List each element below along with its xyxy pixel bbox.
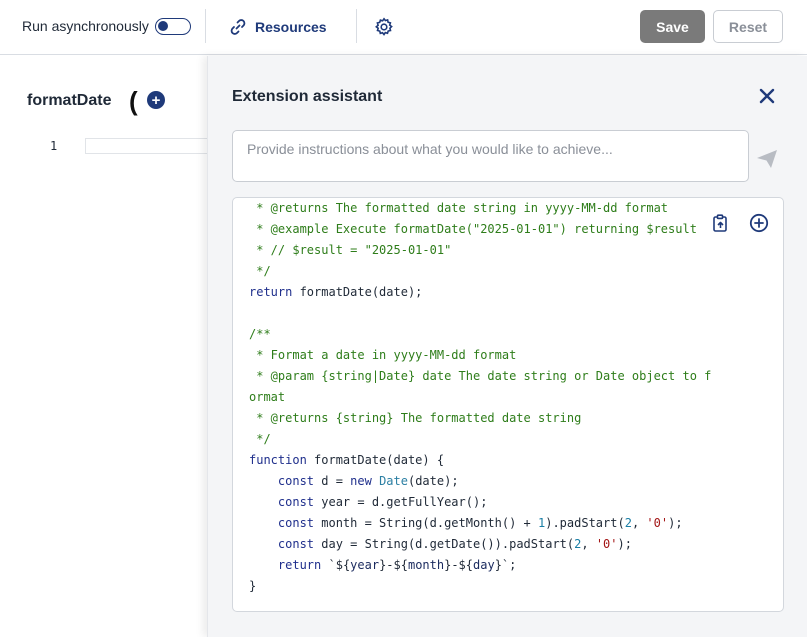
- gear-icon[interactable]: [374, 17, 394, 37]
- code-line: function formatDate(date) {: [249, 453, 445, 467]
- copy-icon[interactable]: [711, 214, 729, 232]
- function-editor: formatDate ( + 1: [0, 56, 207, 637]
- generated-code-box[interactable]: * @returns The formatted date string in …: [232, 197, 784, 612]
- resources-label: Resources: [255, 19, 327, 35]
- code-line: * @example Execute formatDate("2025-01-0…: [249, 222, 697, 236]
- panel-title: Extension assistant: [232, 88, 383, 105]
- save-button[interactable]: Save: [640, 10, 705, 43]
- code-line: return `${year}-${month}-${day}`;: [277, 558, 517, 572]
- code-line: const d = new Date(date);: [277, 474, 459, 488]
- close-icon[interactable]: [758, 87, 776, 105]
- toolbar: Run asynchronously Resources Save Reset: [0, 0, 807, 55]
- code-line: * @returns {string} The formatted date s…: [249, 411, 582, 425]
- code-editor-line[interactable]: [85, 138, 207, 154]
- code-line: return formatDate(date);: [249, 285, 423, 299]
- code-line: * @returns The formatted date string in …: [249, 201, 669, 215]
- code-line: const day = String(d.getDate()).padStart…: [277, 537, 632, 551]
- code-line: */: [249, 432, 271, 446]
- function-name: formatDate: [27, 92, 112, 109]
- line-number: 1: [50, 139, 58, 153]
- code-line: }: [249, 579, 257, 593]
- send-icon[interactable]: [756, 149, 778, 169]
- run-async-label: Run asynchronously: [22, 18, 149, 34]
- link-icon: [230, 19, 246, 35]
- resources-button[interactable]: Resources: [229, 16, 327, 38]
- add-parameter-button[interactable]: +: [147, 91, 165, 109]
- toolbar-divider: [356, 9, 357, 43]
- reset-button[interactable]: Reset: [713, 10, 783, 43]
- plus-icon: +: [151, 91, 161, 109]
- code-line: const year = d.getFullYear();: [277, 495, 488, 509]
- code-line: */: [249, 264, 271, 278]
- extension-assistant-panel: Extension assistant Provide instructions…: [207, 56, 807, 637]
- instructions-input[interactable]: Provide instructions about what you woul…: [232, 130, 749, 182]
- code-line: /**: [249, 327, 271, 341]
- code-line: const month = String(d.getMonth() + 1).p…: [277, 516, 683, 530]
- code-line: * @param {string|Date} date The date str…: [249, 369, 712, 383]
- code-line: ormat: [249, 390, 286, 404]
- toolbar-divider: [205, 9, 206, 43]
- code-line: * Format a date in yyyy-MM-dd format: [249, 348, 517, 362]
- code-line: * // $result = "2025-01-01": [249, 243, 452, 257]
- generated-code: * @returns The formatted date string in …: [249, 198, 711, 597]
- plus-circle-icon[interactable]: [749, 213, 769, 233]
- open-paren: (: [129, 86, 138, 116]
- toggle-knob: [158, 21, 168, 31]
- run-async-toggle[interactable]: [155, 18, 191, 35]
